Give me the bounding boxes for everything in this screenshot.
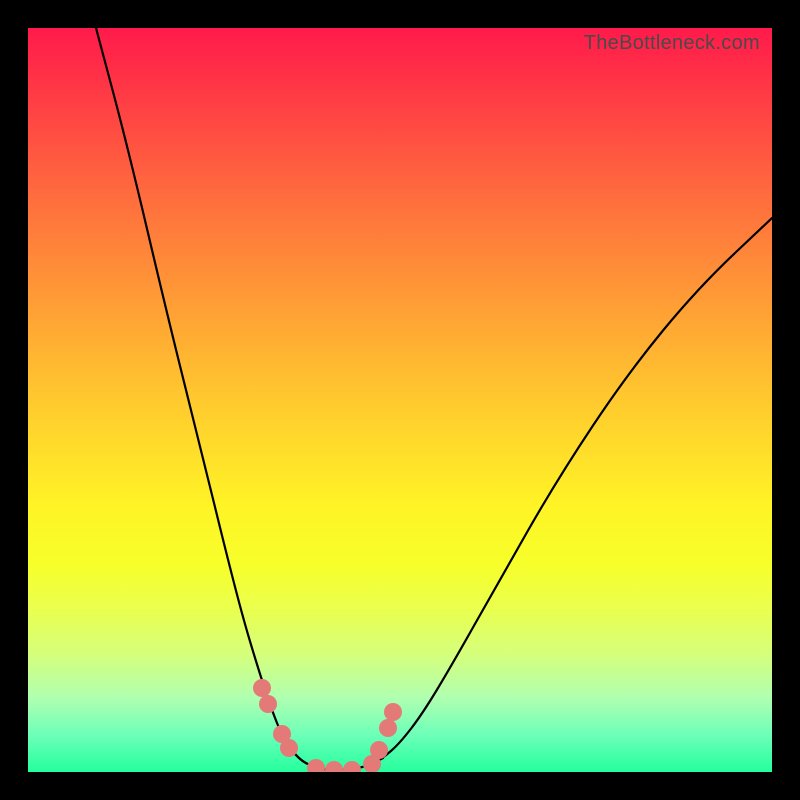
valley-marker <box>379 719 397 737</box>
curve-right-branch <box>368 218 772 766</box>
valley-markers <box>253 679 402 772</box>
chart-frame: TheBottleneck.com <box>0 0 800 800</box>
valley-marker <box>384 703 402 721</box>
valley-marker <box>370 741 388 759</box>
valley-marker <box>307 759 325 772</box>
valley-marker <box>259 695 277 713</box>
valley-marker <box>280 739 298 757</box>
valley-marker <box>253 679 271 697</box>
curve-left-branch <box>96 28 326 770</box>
plot-area: TheBottleneck.com <box>28 28 772 772</box>
valley-marker <box>325 761 343 772</box>
valley-marker <box>343 761 361 772</box>
curve-layer <box>28 28 772 772</box>
